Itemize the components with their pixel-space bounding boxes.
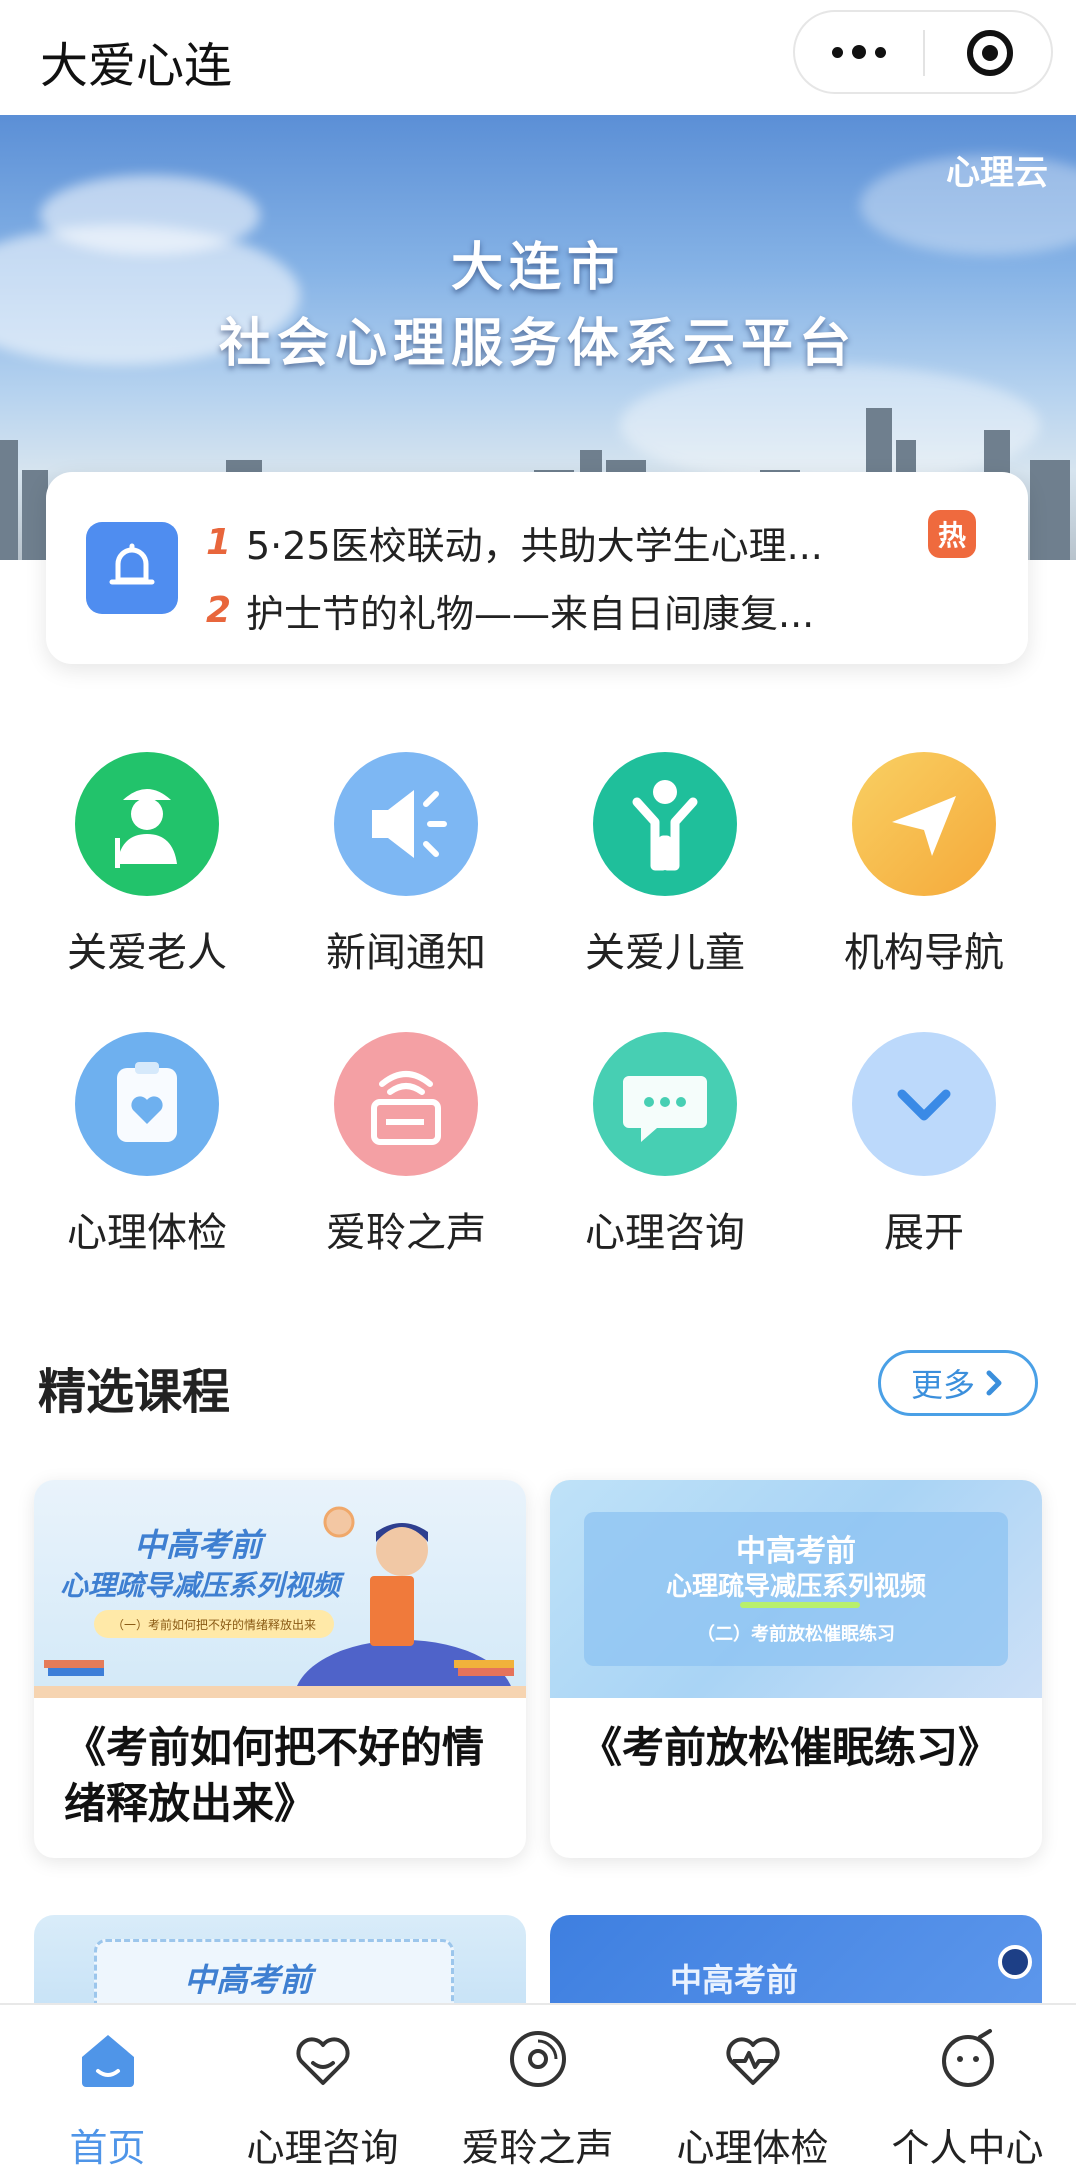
- entry-elderly-care[interactable]: 关爱老人: [37, 752, 257, 992]
- capsule-divider: [923, 30, 925, 76]
- checkup-icon: [75, 1032, 219, 1176]
- course-title: 《考前放松催眠练习》: [580, 1723, 1001, 1772]
- face-icon: [942, 2029, 994, 2087]
- notice-index: 1: [206, 521, 232, 563]
- peek-title: 中高考前: [184, 1961, 313, 1999]
- notice-text: 护士节的礼物——来自日间康复...: [246, 591, 815, 636]
- entry-label: 关爱儿童: [585, 930, 745, 976]
- tab-home[interactable]: 首页: [0, 2005, 215, 2175]
- navigation-icon: [852, 752, 996, 896]
- app-title: 大爱心连: [40, 38, 233, 94]
- notice-item[interactable]: 1 5·25医校联动，共助大学生心理...: [206, 514, 823, 570]
- tab-checkup[interactable]: 心理体检: [645, 2005, 860, 2175]
- entry-label: 机构导航: [844, 930, 1004, 976]
- disc-icon: [510, 2031, 566, 2087]
- course-thumbnail: 中高考前 心理疏导减压系列视频 （一）考前如何把不好的情绪释放出来: [34, 1480, 526, 1698]
- thumb-subtitle: 心理疏导减压系列视频: [665, 1572, 926, 1602]
- radio-icon: [334, 1032, 478, 1176]
- tab-label: 个人中心: [891, 2126, 1044, 2170]
- more-label: 更多: [910, 1366, 975, 1404]
- banner-title-line2: 社会心理服务体系云平台: [218, 314, 857, 374]
- child-icon: [593, 752, 737, 896]
- notice-item[interactable]: 2 护士节的礼物——来自日间康复...: [206, 582, 814, 638]
- menu-capsule: [793, 10, 1053, 94]
- pulse-heart-icon: [726, 2037, 780, 2085]
- chat-icon: [593, 1032, 737, 1176]
- thumb-title: 中高考前: [736, 1534, 856, 1569]
- entry-institution-nav[interactable]: 机构导航: [814, 752, 1034, 992]
- entry-news[interactable]: 新闻通知: [296, 752, 516, 992]
- course-card[interactable]: 中高考前 心理疏导减压系列视频 （一）考前如何把不好的情绪释放出来 《考前如何把…: [34, 1480, 526, 1858]
- bottom-tab-bar: 首页 心理咨询 爱聆之声 心理体检 个人中心: [0, 2003, 1076, 2175]
- notice-text: 5·25医校联动，共助大学生心理...: [246, 523, 823, 568]
- banner-title-line1: 大连市: [450, 238, 625, 298]
- course-card[interactable]: 中高考前 心理疏导减压系列视频 （二）考前放松催眠练习 《考前放松催眠练习》: [550, 1480, 1042, 1858]
- entry-listen-voice[interactable]: 爱聆之声: [296, 1032, 516, 1272]
- chevron-right-icon: [986, 1370, 1002, 1396]
- more-button[interactable]: 更多: [878, 1350, 1038, 1416]
- more-options-icon[interactable]: [795, 12, 923, 92]
- entry-label: 关爱老人: [67, 930, 227, 976]
- entry-label: 展开: [884, 1210, 964, 1256]
- entry-psych-checkup[interactable]: 心理体检: [37, 1032, 257, 1272]
- chevron-down-icon: [852, 1032, 996, 1176]
- elderly-icon: [75, 752, 219, 896]
- notice-card: 1 5·25医校联动，共助大学生心理... 热 2 护士节的礼物——来自日间康复…: [46, 472, 1028, 664]
- entry-label: 心理咨询: [585, 1210, 745, 1256]
- tab-label: 心理体检: [676, 2126, 829, 2170]
- home-icon: [82, 2035, 134, 2087]
- peek-title: 中高考前: [670, 1961, 799, 1999]
- tab-label: 心理咨询: [246, 2126, 399, 2170]
- section-title: 精选课程: [38, 1364, 231, 1420]
- megaphone-icon: [334, 752, 478, 896]
- entry-psych-consult[interactable]: 心理咨询: [555, 1032, 775, 1272]
- entry-child-care[interactable]: 关爱儿童: [555, 752, 775, 992]
- brand-logo: 心理云: [946, 153, 1048, 193]
- tab-listen[interactable]: 爱聆之声: [430, 2005, 645, 2175]
- bell-icon: [86, 522, 178, 614]
- entry-expand[interactable]: 展开: [814, 1032, 1034, 1272]
- close-miniprogram-icon[interactable]: [967, 30, 1013, 76]
- notice-index: 2: [206, 589, 232, 631]
- entry-label: 爱聆之声: [326, 1210, 486, 1256]
- heart-icon: [296, 2037, 350, 2085]
- hot-badge: 热: [928, 510, 976, 558]
- student-illustration: [34, 1506, 526, 1698]
- entry-label: 心理体检: [67, 1210, 227, 1256]
- course-thumbnail: 中高考前 心理疏导减压系列视频 （二）考前放松催眠练习: [550, 1480, 1042, 1698]
- tab-profile[interactable]: 个人中心: [860, 2005, 1075, 2175]
- tab-label: 首页: [69, 2126, 146, 2170]
- top-bar: 大爱心连: [0, 0, 1076, 115]
- tab-label: 爱聆之声: [461, 2126, 614, 2170]
- thumb-caption: （二）考前放松催眠练习: [697, 1624, 895, 1645]
- tab-consult[interactable]: 心理咨询: [215, 2005, 430, 2175]
- entry-label: 新闻通知: [326, 930, 486, 976]
- course-title: 《考前如何把不好的情绪释放出来》: [64, 1723, 485, 1828]
